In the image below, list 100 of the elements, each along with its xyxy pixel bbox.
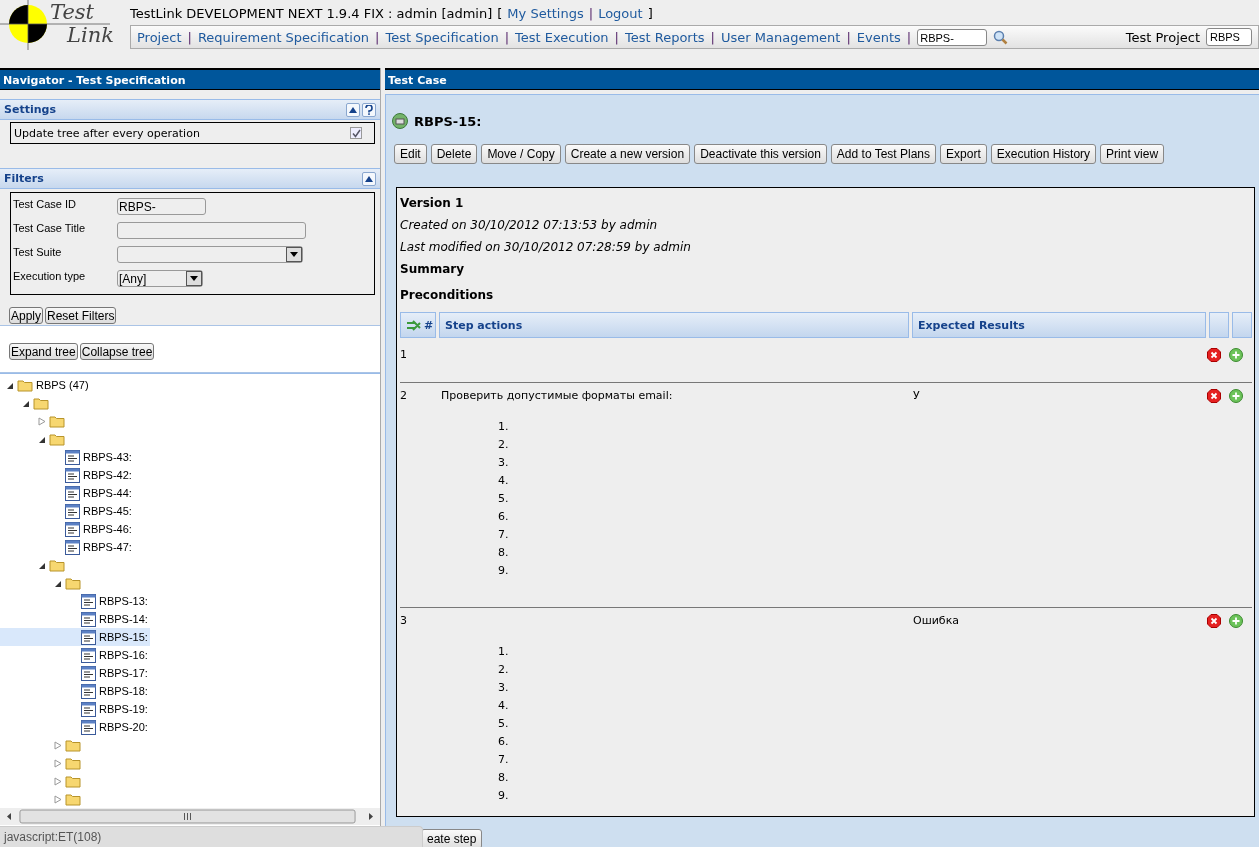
delete-icon[interactable] — [1207, 389, 1221, 403]
panel-title: Test Case — [385, 68, 1259, 90]
project-select[interactable]: RBPS — [1206, 28, 1252, 46]
folder-icon — [49, 414, 65, 428]
step-number: 2 — [400, 389, 408, 404]
nav-link[interactable]: Logout — [598, 5, 643, 21]
column-header[interactable]: Expected Results — [912, 312, 1206, 338]
action-button[interactable]: Add to Test Plans — [830, 144, 937, 164]
tree-node[interactable]: RBPS-47: — [0, 538, 380, 556]
document-icon — [81, 593, 96, 609]
list-number: 5. — [498, 717, 510, 732]
scrollbar[interactable] — [0, 808, 380, 825]
action-button[interactable]: Create a new version — [564, 144, 691, 164]
list-number: 7. — [498, 753, 510, 768]
collapse-icon[interactable] — [362, 171, 376, 186]
list-number: 8. — [498, 546, 510, 561]
nav-link[interactable]: Test Execution — [515, 29, 609, 45]
search-icon[interactable] — [993, 29, 1009, 45]
folder-icon — [33, 396, 49, 410]
tree-node[interactable]: RBPS-20: — [0, 718, 380, 736]
document-icon — [81, 719, 96, 735]
document-icon — [81, 701, 96, 717]
nav-link[interactable]: Events — [856, 29, 901, 45]
create-step-button[interactable]: eate step — [421, 829, 483, 847]
add-icon[interactable] — [1229, 389, 1243, 403]
created-text: Created on 30/10/2012 07:13:53 by admin — [400, 217, 659, 234]
testcase-title: RBPS-15: — [414, 113, 482, 129]
tree-node[interactable]: RBPS-45: — [0, 502, 380, 520]
action-button[interactable]: Edit — [394, 144, 427, 164]
panel-title: Navigator - Test Specification — [0, 68, 380, 90]
testcase-icon — [392, 113, 408, 129]
tree-node[interactable]: RBPS-18: — [0, 682, 380, 700]
nav-link[interactable]: My Settings — [507, 5, 584, 21]
nav-link[interactable]: Requirement Specification — [197, 29, 370, 45]
add-icon[interactable] — [1229, 614, 1243, 628]
tree-button[interactable]: Collapse tree — [79, 343, 155, 360]
tree-node[interactable]: RBPS-17: — [0, 664, 380, 682]
expand-arrow-icon[interactable] — [54, 794, 62, 804]
tree-node[interactable]: RBPS-43: — [0, 448, 380, 466]
action-button[interactable]: Execution History — [990, 144, 1097, 164]
expand-arrow-icon[interactable] — [38, 416, 46, 426]
add-icon[interactable] — [1229, 348, 1243, 362]
expand-arrow-icon[interactable] — [54, 740, 62, 750]
tree-node[interactable]: RBPS-44: — [0, 484, 380, 502]
step-action: Проверить допустимые форматы email: — [441, 389, 674, 402]
separator-text: | — [614, 29, 619, 45]
filter-button[interactable]: Apply — [9, 307, 44, 324]
input-field[interactable] — [117, 222, 306, 239]
filter-label: Test Suite — [13, 246, 63, 260]
search-field[interactable]: RBPS- — [917, 28, 988, 46]
action-button[interactable]: Export — [940, 144, 987, 164]
filter-button[interactable]: Reset Filters — [45, 307, 117, 324]
nav-link[interactable]: User Management — [721, 29, 841, 45]
tree-node[interactable]: RBPS-13: — [0, 592, 380, 610]
action-button[interactable]: Move / Copy — [481, 144, 561, 164]
collapse-icon[interactable] — [346, 102, 360, 117]
document-icon — [65, 539, 80, 555]
column-header[interactable]: Step actions — [439, 312, 909, 338]
action-button[interactable]: Print view — [1100, 144, 1165, 164]
nav-link[interactable]: Test Reports — [625, 29, 705, 45]
folder-icon — [49, 432, 65, 446]
folder-icon — [17, 378, 33, 392]
version-label: Version 1 — [400, 195, 465, 212]
document-icon — [81, 683, 96, 699]
tree-node[interactable]: RBPS-46: — [0, 520, 380, 538]
tree-node[interactable]: RBPS-15: — [0, 628, 150, 646]
tree-node[interactable]: RBPS-19: — [0, 700, 380, 718]
reorder-icon[interactable] — [406, 319, 422, 331]
nav-link[interactable]: Project — [137, 29, 182, 45]
separator-text: | — [375, 29, 380, 45]
header-text: ] — [647, 5, 653, 21]
delete-icon[interactable] — [1207, 614, 1221, 628]
select-field[interactable]: [Any] — [117, 270, 203, 287]
separator-text: | — [846, 29, 851, 45]
header-text: TestLink DEVELOPMENT NEXT 1.9.4 FIX : admin [admin] — [130, 5, 493, 21]
select-field[interactable] — [117, 246, 303, 263]
tree-node[interactable]: RBPS (47) — [0, 376, 380, 394]
tree-node[interactable]: RBPS-14: — [0, 610, 380, 628]
separator-text: | — [906, 29, 912, 45]
input-field[interactable]: RBPS- — [117, 198, 206, 215]
filter-label: Test Case ID — [13, 198, 77, 212]
column-header[interactable]: # — [400, 312, 436, 338]
action-button[interactable]: Deactivate this version — [694, 144, 827, 164]
list-number: 4. — [498, 474, 510, 489]
folder-icon — [49, 558, 65, 572]
checkbox[interactable] — [350, 127, 362, 139]
tree-button[interactable]: Expand tree — [9, 343, 78, 360]
step-number: 1 — [400, 348, 408, 363]
action-button[interactable]: Delete — [430, 144, 478, 164]
nav-link[interactable]: Test Specification — [385, 29, 499, 45]
tree-node[interactable]: RBPS-42: — [0, 466, 380, 484]
help-icon[interactable] — [362, 102, 376, 117]
separator-text: | — [187, 29, 192, 45]
tree-node[interactable]: RBPS-16: — [0, 646, 380, 664]
list-number: 6. — [498, 510, 510, 525]
expand-arrow-icon[interactable] — [54, 758, 62, 768]
delete-icon[interactable] — [1207, 348, 1221, 362]
column-header — [1232, 312, 1252, 338]
expand-arrow-icon[interactable] — [54, 776, 62, 786]
document-icon — [81, 629, 96, 645]
